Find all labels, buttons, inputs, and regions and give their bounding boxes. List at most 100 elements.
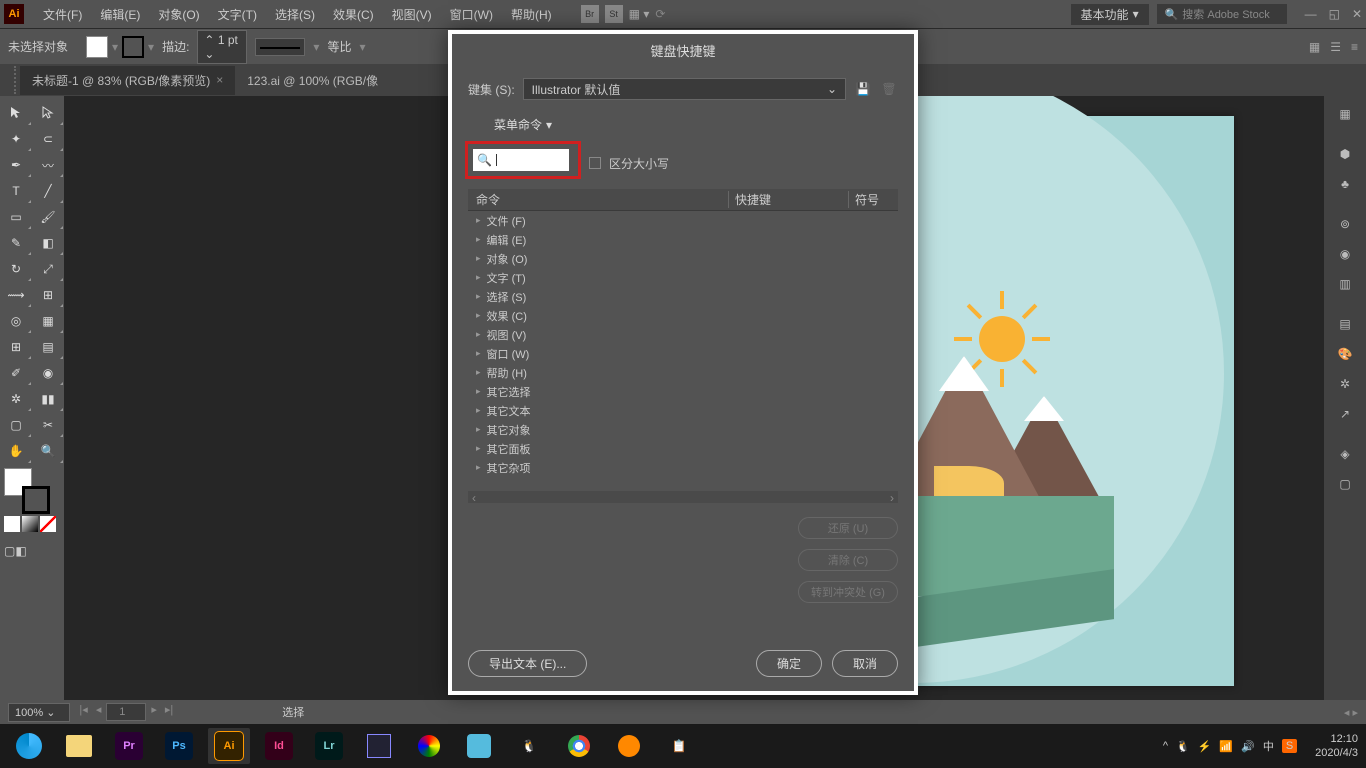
mesh-tool[interactable]: ⊞: [0, 334, 32, 360]
tab-handle[interactable]: [8, 66, 16, 94]
selection-tool[interactable]: [0, 100, 32, 126]
menu-view[interactable]: 视图(V): [383, 6, 441, 23]
system-tray[interactable]: ^🐧⚡📶🔊中 S 12:10 2020/4/3: [1163, 732, 1358, 760]
eyedropper-tool[interactable]: ✐: [0, 360, 32, 386]
type-tool[interactable]: T: [0, 178, 32, 204]
symbols-icon[interactable]: ✲: [1324, 370, 1366, 398]
command-list[interactable]: ▸文件 (F) ▸编辑 (E) ▸对象 (O) ▸文字 (T) ▸选择 (S) …: [468, 211, 898, 491]
artboard-tool[interactable]: ▢: [0, 412, 32, 438]
rotate-tool[interactable]: ↻: [0, 256, 32, 282]
lasso-tool[interactable]: ⊂: [32, 126, 64, 152]
artboards-icon[interactable]: ▢: [1324, 470, 1366, 498]
direct-selection-tool[interactable]: [32, 100, 64, 126]
color-guide-icon[interactable]: ▥: [1324, 270, 1366, 298]
zoom-level[interactable]: 100% ⌄: [8, 703, 70, 722]
menu-select[interactable]: 选择(S): [266, 6, 324, 23]
free-transform-tool[interactable]: ⊞: [32, 282, 64, 308]
ok-button[interactable]: 确定: [756, 650, 822, 677]
list-item[interactable]: ▸其它面板: [468, 439, 898, 458]
menu-window[interactable]: 窗口(W): [441, 6, 502, 23]
solid-mode[interactable]: [4, 516, 20, 532]
symbol-tool[interactable]: ✲: [0, 386, 32, 412]
stroke-style[interactable]: [255, 38, 305, 56]
list-item[interactable]: ▸窗口 (W): [468, 344, 898, 363]
list-item[interactable]: ▸其它选择: [468, 382, 898, 401]
list-item[interactable]: ▸编辑 (E): [468, 230, 898, 249]
list-item[interactable]: ▸效果 (C): [468, 306, 898, 325]
doc-tab-1[interactable]: 未标题-1 @ 83% (RGB/像素预览)×: [20, 66, 235, 95]
gradient-tool[interactable]: ▤: [32, 334, 64, 360]
task-qq[interactable]: 🐧: [508, 728, 550, 764]
delete-set-icon[interactable]: 🗑: [880, 80, 898, 98]
filter-dropdown[interactable]: 菜单命令 ▾: [486, 114, 560, 135]
close-icon[interactable]: ×: [216, 73, 223, 87]
magic-wand-tool[interactable]: ✦: [0, 126, 32, 152]
task-pr[interactable]: Pr: [108, 728, 150, 764]
maximize-button[interactable]: ◱: [1329, 7, 1340, 21]
list-item[interactable]: ▸帮助 (H): [468, 363, 898, 382]
task-notes[interactable]: 📋: [658, 728, 700, 764]
curvature-tool[interactable]: 〰: [32, 152, 64, 178]
task-id[interactable]: Id: [258, 728, 300, 764]
menu-effect[interactable]: 效果(C): [324, 6, 383, 23]
brushes-icon[interactable]: 🎨: [1324, 340, 1366, 368]
zoom-tool[interactable]: 🔍: [32, 438, 64, 464]
export-button[interactable]: 导出文本 (E)...: [468, 650, 587, 677]
stroke-swatch[interactable]: [22, 486, 50, 514]
set-select[interactable]: Illustrator 默认值⌄: [523, 78, 846, 100]
task-app2[interactable]: [408, 728, 450, 764]
stroke-color[interactable]: [122, 36, 144, 58]
rectangle-tool[interactable]: ▭: [0, 204, 32, 230]
panel-menu-icon[interactable]: ≡: [1351, 40, 1358, 54]
list-item[interactable]: ▸文件 (F): [468, 211, 898, 230]
task-app1[interactable]: [358, 728, 400, 764]
menu-object[interactable]: 对象(O): [149, 6, 208, 23]
list-item[interactable]: ▸其它杂项: [468, 458, 898, 477]
list-item[interactable]: ▸对象 (O): [468, 249, 898, 268]
hand-tool[interactable]: ✋: [0, 438, 32, 464]
transform-icon[interactable]: ☰: [1330, 40, 1341, 54]
properties-icon[interactable]: ▦: [1324, 100, 1366, 128]
color-picker[interactable]: [0, 464, 64, 514]
artboard-nav[interactable]: |◂◂ 1 ▸▸|: [76, 703, 176, 721]
color-themes-icon[interactable]: ♣: [1324, 170, 1366, 198]
menu-edit[interactable]: 编辑(E): [91, 6, 149, 23]
pen-tool[interactable]: ✒: [0, 152, 32, 178]
bridge-icon[interactable]: Br: [581, 5, 599, 23]
arrange-icon[interactable]: ▦ ▾: [629, 7, 650, 21]
paintbrush-tool[interactable]: 🖌: [32, 204, 64, 230]
blend-tool[interactable]: ◉: [32, 360, 64, 386]
align-icon[interactable]: ▦: [1309, 40, 1320, 54]
close-button[interactable]: ✕: [1352, 7, 1362, 21]
gradient-mode[interactable]: [22, 516, 38, 532]
stroke-weight[interactable]: ⌃ 1 pt ⌄: [197, 30, 247, 64]
menu-file[interactable]: 文件(F): [34, 6, 91, 23]
task-lr[interactable]: Lr: [308, 728, 350, 764]
case-checkbox[interactable]: [589, 157, 601, 169]
graph-tool[interactable]: ▮▮: [32, 386, 64, 412]
task-app4[interactable]: [608, 728, 650, 764]
menu-type[interactable]: 文字(T): [209, 6, 266, 23]
list-item[interactable]: ▸文字 (T): [468, 268, 898, 287]
shaper-tool[interactable]: ✎: [0, 230, 32, 256]
share-icon[interactable]: ↗: [1324, 400, 1366, 428]
eraser-tool[interactable]: ◧: [32, 230, 64, 256]
minimize-button[interactable]: —: [1305, 7, 1317, 21]
gpu-icon[interactable]: ⟳: [655, 7, 665, 21]
list-item[interactable]: ▸视图 (V): [468, 325, 898, 344]
clock[interactable]: 12:10 2020/4/3: [1315, 732, 1358, 760]
draw-modes[interactable]: ▢◧: [0, 540, 64, 562]
layers-icon[interactable]: ◈: [1324, 440, 1366, 468]
width-tool[interactable]: ⟿: [0, 282, 32, 308]
stock-icon[interactable]: St: [605, 5, 623, 23]
color-icon[interactable]: ◉: [1324, 240, 1366, 268]
task-browser[interactable]: [8, 728, 50, 764]
task-ai[interactable]: Ai: [208, 728, 250, 764]
doc-tab-2[interactable]: 123.ai @ 100% (RGB/像: [235, 66, 390, 95]
none-mode[interactable]: [40, 516, 56, 532]
list-item[interactable]: ▸其它对象: [468, 420, 898, 439]
cc-icon[interactable]: ⊚: [1324, 210, 1366, 238]
fill-color[interactable]: [86, 36, 108, 58]
task-app3[interactable]: [458, 728, 500, 764]
menu-help[interactable]: 帮助(H): [502, 6, 561, 23]
